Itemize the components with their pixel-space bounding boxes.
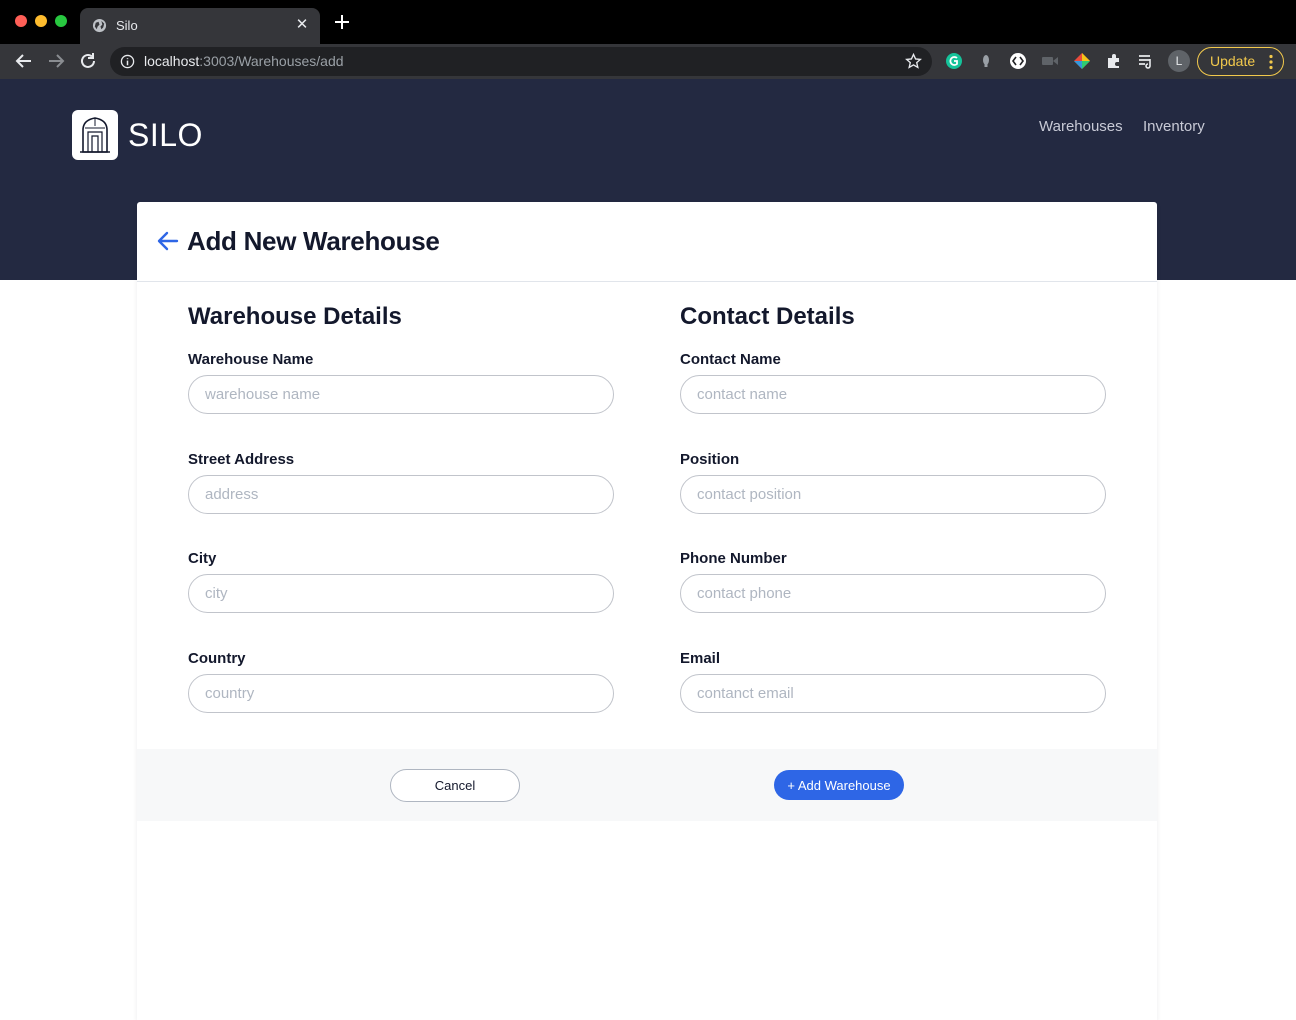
nav-link-inventory[interactable]: Inventory (1143, 118, 1205, 135)
warehouse-details-heading: Warehouse Details (188, 303, 402, 330)
contact-details-section: Contact Details Contact Name Position Ph… (680, 302, 1106, 713)
profile-avatar[interactable]: L (1168, 50, 1190, 72)
city-input[interactable] (188, 574, 614, 613)
position-label: Position (680, 451, 740, 468)
video-camera-icon[interactable] (1041, 52, 1059, 70)
address-bar[interactable]: localhost:3003/Warehouses/add (110, 47, 932, 76)
silo-logo-icon[interactable] (72, 110, 118, 160)
browser-tab[interactable]: Silo ✕ (80, 8, 320, 44)
email-input[interactable] (680, 674, 1106, 713)
email-field: Email (680, 650, 1106, 713)
browser-toolbar: localhost:3003/Warehouses/add L Update (0, 44, 1296, 79)
contact-name-label: Contact Name (680, 351, 781, 368)
warehouse-name-field: Warehouse Name (188, 351, 614, 414)
new-tab-icon[interactable] (333, 13, 351, 31)
contact-name-input[interactable] (680, 375, 1106, 414)
extension-bulb-icon[interactable] (977, 52, 995, 70)
close-tab-icon[interactable]: ✕ (294, 16, 310, 32)
street-address-input[interactable] (188, 475, 614, 514)
country-label: Country (188, 650, 246, 667)
phone-number-field: Phone Number (680, 550, 1106, 613)
contact-name-field: Contact Name (680, 351, 1106, 414)
contact-details-heading: Contact Details (680, 303, 855, 330)
position-input[interactable] (680, 475, 1106, 514)
country-field: Country (188, 650, 614, 713)
warehouse-name-input[interactable] (188, 375, 614, 414)
page-title: Add New Warehouse (187, 226, 440, 256)
bookmark-star-icon[interactable] (905, 53, 922, 70)
tab-title: Silo (116, 18, 138, 33)
city-label: City (188, 550, 217, 567)
email-label: Email (680, 650, 721, 667)
cancel-button[interactable]: Cancel (390, 769, 520, 802)
app-logo-text[interactable]: SILO (128, 117, 203, 154)
silo-building-icon (80, 117, 110, 153)
color-picker-icon[interactable] (1073, 52, 1091, 70)
maximize-window-button[interactable] (55, 15, 67, 27)
warehouse-name-label: Warehouse Name (188, 351, 314, 368)
back-arrow-icon[interactable] (156, 229, 180, 253)
extensions-puzzle-icon[interactable] (1105, 52, 1123, 70)
update-label: Update (1210, 53, 1256, 69)
extension-code-icon[interactable] (1009, 52, 1027, 70)
country-input[interactable] (188, 674, 614, 713)
reload-icon[interactable] (79, 52, 97, 70)
city-field: City (188, 550, 614, 613)
nav-link-warehouses[interactable]: Warehouses (1039, 118, 1123, 135)
position-field: Position (680, 451, 1106, 514)
browser-tab-bar: Silo ✕ (0, 0, 1296, 44)
street-address-field: Street Address (188, 451, 614, 514)
url-text: localhost:3003/Warehouses/add (144, 53, 344, 69)
add-warehouse-card: Add New Warehouse Warehouse Details Ware… (137, 202, 1157, 1020)
phone-number-input[interactable] (680, 574, 1106, 613)
info-icon[interactable] (120, 54, 135, 69)
back-icon[interactable] (15, 52, 33, 70)
card-header: Add New Warehouse (137, 202, 1157, 282)
globe-icon (92, 18, 107, 33)
reading-list-icon[interactable] (1137, 52, 1155, 70)
grammarly-extension-icon[interactable] (945, 52, 963, 70)
add-warehouse-button[interactable]: + Add Warehouse (774, 770, 904, 800)
warehouse-details-section: Warehouse Details Warehouse Name Street … (188, 302, 614, 713)
more-menu-icon (1269, 54, 1273, 70)
street-address-label: Street Address (188, 451, 295, 468)
phone-number-label: Phone Number (680, 550, 787, 567)
forward-icon[interactable] (47, 52, 65, 70)
minimize-window-button[interactable] (35, 15, 47, 27)
form-actions-bar: Cancel + Add Warehouse (137, 749, 1157, 821)
close-window-button[interactable] (15, 15, 27, 27)
update-button[interactable]: Update (1197, 47, 1284, 76)
